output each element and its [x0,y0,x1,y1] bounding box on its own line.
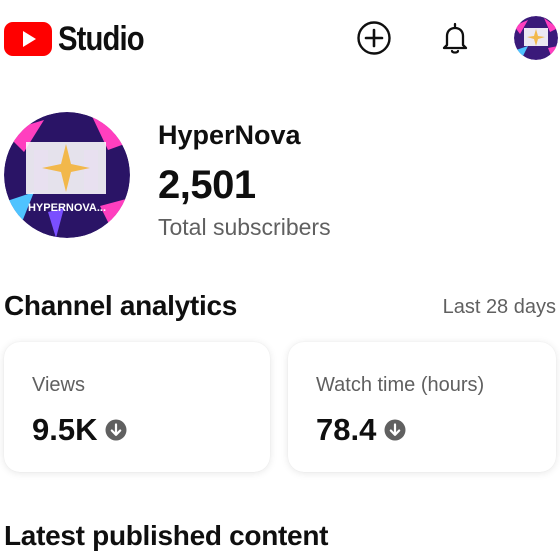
account-avatar[interactable] [514,16,558,60]
views-label: Views [32,374,85,396]
channel-avatar-text: HYPERNOVA... [28,202,106,214]
watch-time-card[interactable]: Watch time (hours) 78.4 [288,342,556,472]
views-value: 9.5K [32,412,98,447]
trend-down-icon [384,419,406,441]
watch-time-label: Watch time (hours) [316,374,485,396]
subscriber-count: 2,501 [158,163,256,207]
account-avatar-image [514,16,558,60]
bell-icon [442,22,468,54]
views-card[interactable]: Views 9.5K [4,342,270,472]
app-name: Studio [58,20,145,58]
notifications-button[interactable] [437,20,473,56]
latest-content-title: Latest published content [4,520,329,551]
top-app-bar: Studio [0,0,560,80]
subscriber-label: Total subscribers [158,214,331,240]
views-value-row: 9.5K [32,412,127,448]
channel-avatar-image: HYPERNOVA... [4,112,130,238]
watch-time-value-row: 78.4 [316,412,406,448]
analytics-period[interactable]: Last 28 days [443,296,556,319]
trend-down-icon [105,419,127,441]
analytics-section-title: Channel analytics [4,290,237,321]
channel-avatar[interactable]: HYPERNOVA... [4,112,130,238]
studio-logo[interactable]: Studio [4,22,158,56]
create-button[interactable] [356,20,392,56]
youtube-logo-icon [4,22,52,56]
channel-name: HyperNova [158,120,301,150]
watch-time-value: 78.4 [316,412,377,447]
create-plus-icon [357,21,391,55]
